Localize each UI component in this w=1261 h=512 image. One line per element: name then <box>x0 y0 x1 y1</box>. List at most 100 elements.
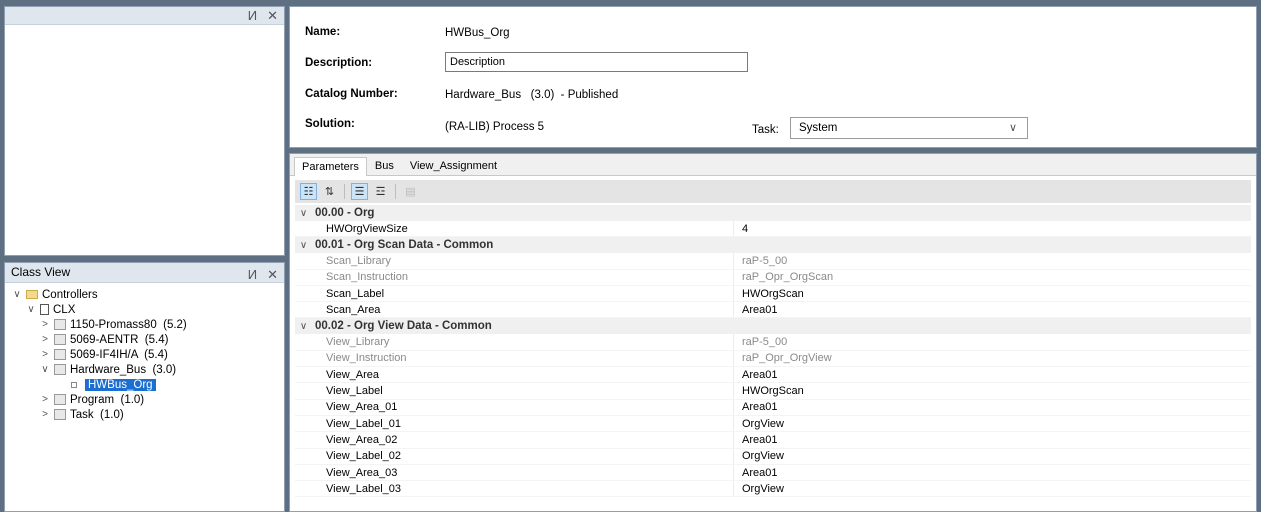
grid-row[interactable]: View_Area_01 Area01 <box>295 399 1251 416</box>
close-icon[interactable]: ✕ <box>267 265 278 284</box>
grid-row[interactable]: View_Instruction raP_Opr_OrgView <box>295 350 1251 368</box>
description-label: Description: <box>305 57 373 69</box>
tree-node[interactable]: ∨ Controllers <box>11 287 284 302</box>
module-icon <box>54 319 66 330</box>
chevron-right-icon[interactable]: > <box>39 409 51 420</box>
module-icon <box>54 334 66 345</box>
name-label: Name: <box>305 26 341 38</box>
left-top-pane: И ✕ <box>4 6 285 256</box>
tree-node[interactable]: >5069-AENTR (5.4) <box>11 332 284 347</box>
close-icon[interactable]: ✕ <box>267 8 278 24</box>
events-icon[interactable]: ☲ <box>372 183 389 200</box>
tree-node[interactable]: ∨ CLX <box>11 302 284 317</box>
name-value: HWBus_Org <box>445 27 510 39</box>
tab-view-assignment[interactable]: View_Assignment <box>402 156 505 175</box>
grid-row-value[interactable]: Area01 <box>733 302 1251 318</box>
grid-row-key: Scan_Library <box>326 254 391 267</box>
grid-row[interactable]: View_Label HWOrgScan <box>295 383 1251 400</box>
chevron-right-icon[interactable]: > <box>39 334 51 345</box>
tree-node[interactable]: >1150-Promass80 (5.2) <box>11 317 284 332</box>
grid-row-value[interactable]: Area01 <box>733 399 1251 415</box>
tree-node[interactable]: > Task (1.0) <box>11 407 284 422</box>
tree-node-label: 5069-IF4IH/A (5.4) <box>70 348 168 361</box>
grid-row-value: raP-5_00 <box>733 253 1251 269</box>
instance-icon <box>71 381 77 388</box>
chevron-down-icon[interactable]: ∨ <box>295 321 312 332</box>
tab-parameters[interactable]: Parameters <box>294 157 367 176</box>
tree-node[interactable]: HWBus_Org <box>11 377 284 392</box>
tree-node-label: Hardware_Bus (3.0) <box>70 363 177 376</box>
grid-category[interactable]: ∨ 00.00 - Org <box>295 205 1251 221</box>
pane-header: И ✕ <box>5 7 284 25</box>
task-select[interactable]: System ∨ <box>790 117 1028 139</box>
tree-node-label: Program (1.0) <box>70 393 145 406</box>
class-view-pane: Class View И ✕ ∨ Controllers ∨ CLX >1150-Pro… <box>4 262 285 512</box>
module-icon <box>54 349 66 360</box>
grid-row[interactable]: View_Area_03 Area01 <box>295 464 1251 482</box>
grid-row[interactable]: View_Library raP-5_00 <box>295 334 1251 351</box>
grid-row[interactable]: HWOrgViewSize 4 <box>295 221 1251 238</box>
tree-node-label: 5069-AENTR (5.4) <box>70 333 169 346</box>
chevron-down-icon[interactable]: ∨ <box>25 304 37 315</box>
folder-icon <box>26 290 38 299</box>
pin-icon[interactable]: И <box>248 8 257 24</box>
grid-row-value[interactable]: Area01 <box>733 464 1251 481</box>
grid-row-value[interactable]: Area01 <box>733 432 1251 448</box>
grid-row[interactable]: View_Label_01 OrgView <box>295 415 1251 433</box>
description-input[interactable] <box>445 52 748 72</box>
grid-row[interactable]: Scan_Instruction raP_Opr_OrgScan <box>295 269 1251 286</box>
grid-category[interactable]: ∨ 00.02 - Org View Data - Common <box>295 318 1251 335</box>
grid-row[interactable]: Scan_Library raP-5_00 <box>295 253 1251 270</box>
tree-node-label: Task (1.0) <box>70 408 124 421</box>
class-view-title: Class View <box>11 265 71 279</box>
grid-row-key: View_Area_03 <box>326 466 398 479</box>
grid-row[interactable]: View_Area_02 Area01 <box>295 432 1251 449</box>
grid-row[interactable]: Scan_Label HWOrgScan <box>295 285 1251 303</box>
task-select-value: System <box>799 122 838 134</box>
sort-alphabetical-icon[interactable]: ⇅ <box>321 183 338 200</box>
grid-row-key: View_Label_03 <box>326 482 402 495</box>
grid-row-value[interactable]: HWOrgScan <box>733 285 1251 302</box>
grid-row-key: View_Area_02 <box>326 433 398 446</box>
controller-icon <box>40 304 49 315</box>
tab-bus[interactable]: Bus <box>367 156 402 175</box>
tree-node-label: CLX <box>53 303 76 316</box>
grid-row-key: View_Library <box>326 336 390 349</box>
grid-row-key: View_Label_02 <box>326 450 402 463</box>
tree-node[interactable]: ∨ Hardware_Bus (3.0) <box>11 362 284 377</box>
grid-row-key: Scan_Label <box>326 287 385 300</box>
chevron-right-icon[interactable]: > <box>39 349 51 360</box>
grid-row[interactable]: Scan_Area Area01 <box>295 302 1251 319</box>
grid-row-value[interactable]: OrgView <box>733 481 1251 497</box>
grid-row[interactable]: View_Area Area01 <box>295 367 1251 384</box>
properties-panel: Name: HWBus_Org Description: Catalog Num… <box>289 6 1257 148</box>
chevron-down-icon[interactable]: ∨ <box>11 289 23 300</box>
pin-icon[interactable]: И <box>248 265 257 284</box>
grid-row-value[interactable]: HWOrgScan <box>733 383 1251 399</box>
grid-row-value[interactable]: Area01 <box>733 367 1251 383</box>
grid-category[interactable]: ∨ 00.01 - Org Scan Data - Common <box>295 237 1251 254</box>
categorized-icon[interactable]: ☷ <box>300 183 317 200</box>
chevron-right-icon[interactable]: > <box>39 319 51 330</box>
grid-row[interactable]: View_Label_02 OrgView <box>295 448 1251 465</box>
properties-icon[interactable]: ☰ <box>351 183 368 200</box>
catalog-number-label: Catalog Number: <box>305 88 398 100</box>
tree-node[interactable]: >5069-IF4IH/A (5.4) <box>11 347 284 362</box>
chevron-down-icon: ∨ <box>1008 122 1017 134</box>
catalog-number-value: Hardware_Bus (3.0) - Published <box>445 89 619 101</box>
grid-category-label: 00.00 - Org <box>315 207 375 219</box>
module-icon <box>54 364 66 375</box>
toolbar-divider <box>395 184 396 199</box>
grid-row[interactable]: View_Label_03 OrgView <box>295 481 1251 498</box>
grid-row-value[interactable]: 4 <box>733 221 1251 237</box>
chevron-down-icon[interactable]: ∨ <box>39 364 51 375</box>
grid-row-key: View_Area_01 <box>326 401 398 414</box>
grid-row-key: HWOrgViewSize <box>326 222 408 235</box>
chevron-right-icon[interactable]: > <box>39 394 51 405</box>
tree-node[interactable]: > Program (1.0) <box>11 392 284 407</box>
grid-row-value[interactable]: OrgView <box>733 415 1251 432</box>
chevron-down-icon[interactable]: ∨ <box>295 240 312 251</box>
solution-label: Solution: <box>305 118 355 130</box>
chevron-down-icon[interactable]: ∨ <box>295 208 312 219</box>
grid-row-value[interactable]: OrgView <box>733 448 1251 464</box>
